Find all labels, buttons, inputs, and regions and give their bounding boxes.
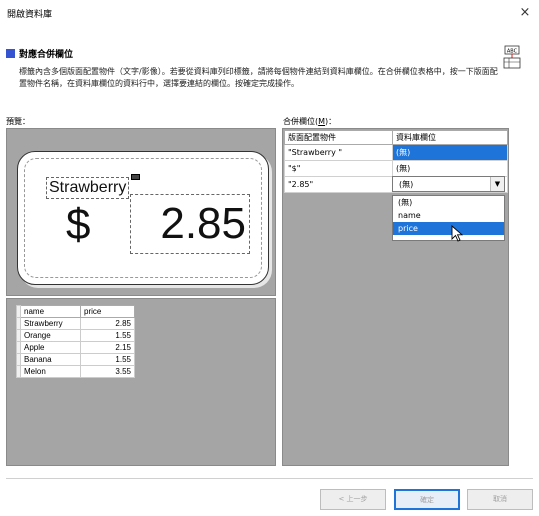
- table-row[interactable]: Banana 1.55: [16, 353, 135, 366]
- table-row[interactable]: Apple 2.15: [16, 341, 135, 354]
- section-description: 標籤內含多個版面配置物件（文字/影像）。若要從資料庫列印標籤，請將每個物件連結到…: [19, 67, 498, 88]
- layout-object-cell[interactable]: "2.85": [284, 176, 393, 193]
- db-column-header[interactable]: name: [20, 305, 81, 318]
- name-text-object[interactable]: Strawberry: [46, 177, 130, 199]
- dollar-text-object[interactable]: $: [66, 200, 90, 250]
- section-title: 對應合併欄位: [19, 50, 74, 60]
- table-cell: Strawberry: [20, 317, 81, 330]
- layout-object-cell[interactable]: "$": [284, 160, 393, 177]
- table-cell: 1.55: [80, 353, 135, 366]
- cancel-button[interactable]: 取消: [467, 489, 533, 510]
- ok-button[interactable]: 確定: [394, 489, 460, 510]
- footer-divider: [6, 478, 533, 479]
- section-square-icon: [6, 49, 15, 58]
- combobox-value: (無): [399, 180, 414, 189]
- merge-field-row[interactable]: "$" (無): [284, 160, 508, 177]
- database-pane: name price Strawberry 2.85 Orange 1.55 A…: [6, 298, 276, 466]
- table-cell: 2.85: [80, 317, 135, 330]
- db-column-header[interactable]: price: [80, 305, 135, 318]
- window-title: 開啟資料庫: [7, 10, 53, 20]
- merge-fields-header-row: 版面配置物件 資料庫欄位: [284, 130, 508, 145]
- dropdown-option[interactable]: name: [393, 209, 504, 222]
- table-cell: Banana: [20, 353, 81, 366]
- price-text-object[interactable]: 2.85: [130, 194, 250, 254]
- merge-fields-label: 合併欄位(M)：: [283, 116, 336, 127]
- table-row[interactable]: Orange 1.55: [16, 329, 135, 342]
- title-bar: 開啟資料庫 ×: [0, 0, 539, 28]
- table-cell: 2.15: [80, 341, 135, 354]
- svg-text:ABC: ABC: [507, 49, 518, 55]
- table-cell: 3.55: [80, 365, 135, 378]
- dropdown-option-highlighted[interactable]: price: [393, 222, 504, 235]
- table-cell: 1.55: [80, 329, 135, 342]
- label-preview: Strawberry $ 2.85: [17, 151, 269, 285]
- db-field-combobox[interactable]: (無) ▼: [392, 176, 505, 192]
- merge-fields-label-key: M: [318, 117, 326, 126]
- merge-fields-label-suffix: )：: [325, 117, 337, 126]
- database-header-row: name price: [16, 305, 135, 318]
- preview-label: 預覽：: [6, 117, 30, 126]
- database-table: name price Strawberry 2.85 Orange 1.55 A…: [16, 305, 135, 378]
- merge-fields-label-prefix: 合併欄位(: [283, 117, 319, 126]
- mouse-cursor-icon: [451, 225, 464, 242]
- dropdown-option[interactable]: (無): [393, 196, 504, 209]
- layout-object-column-header: 版面配置物件: [284, 130, 393, 145]
- table-cell: Melon: [20, 365, 81, 378]
- field-mapping-icon: ABC: [503, 45, 521, 69]
- db-field-cell[interactable]: (無): [392, 144, 508, 161]
- db-field-cell[interactable]: (無): [392, 160, 508, 177]
- db-field-column-header: 資料庫欄位: [392, 130, 508, 145]
- preview-pane: Strawberry $ 2.85: [6, 128, 276, 296]
- close-icon[interactable]: ×: [517, 5, 533, 21]
- table-cell: Orange: [20, 329, 81, 342]
- table-row[interactable]: Melon 3.55: [16, 365, 135, 378]
- table-row[interactable]: Strawberry 2.85: [16, 317, 135, 330]
- table-cell: Apple: [20, 341, 81, 354]
- back-button[interactable]: < 上一步: [320, 489, 386, 510]
- merge-fields-pane: 版面配置物件 資料庫欄位 "Strawberry " (無) "$" (無) "…: [282, 128, 509, 466]
- chevron-down-icon[interactable]: ▼: [490, 177, 504, 191]
- object-marker-icon: [131, 174, 140, 180]
- merge-field-row[interactable]: "Strawberry " (無): [284, 144, 508, 161]
- db-field-dropdown-list[interactable]: (無) name price: [392, 195, 505, 241]
- layout-object-cell[interactable]: "Strawberry ": [284, 144, 393, 161]
